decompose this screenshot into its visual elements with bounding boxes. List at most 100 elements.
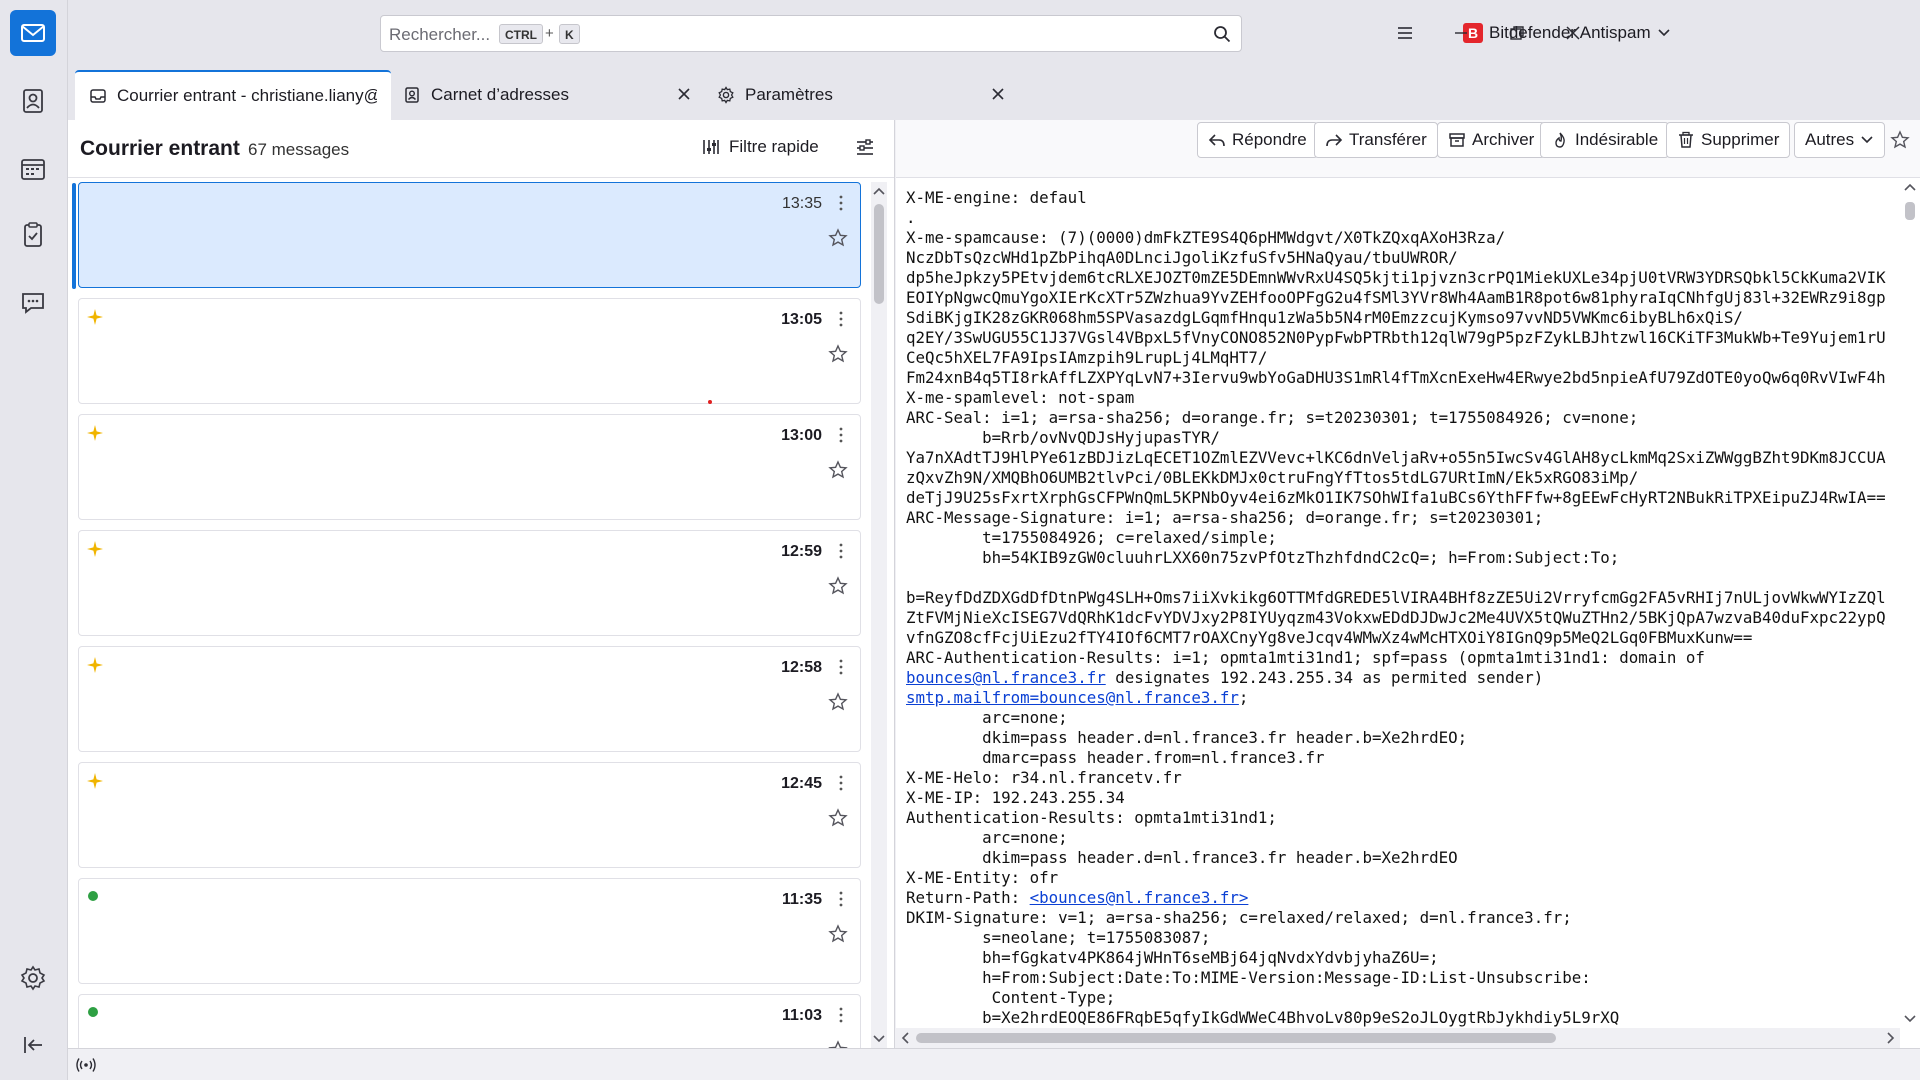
return-path-link[interactable]: <bounces@nl.france3.fr> bbox=[1030, 888, 1249, 907]
tab-address-book[interactable]: Carnet d’adresses bbox=[389, 70, 701, 120]
star-icon[interactable] bbox=[828, 1040, 848, 1048]
star-icon[interactable] bbox=[828, 344, 848, 364]
online-status-icon[interactable] bbox=[76, 1057, 96, 1073]
scroll-up-arrow-icon[interactable] bbox=[871, 184, 887, 200]
source-line: ARC-Authentication-Results: i=1; opmta1m… bbox=[906, 648, 1705, 667]
global-search-box[interactable]: Rechercher... CTRL + K bbox=[380, 15, 1242, 52]
message-time: 11:03 bbox=[781, 1007, 822, 1024]
kebab-menu-icon[interactable] bbox=[838, 889, 844, 909]
kebab-menu-icon[interactable] bbox=[838, 1005, 844, 1025]
message-time: 13:00 bbox=[781, 427, 822, 444]
quick-filter-button[interactable]: Filtre rapide bbox=[701, 137, 819, 157]
kebab-menu-icon[interactable] bbox=[838, 657, 844, 677]
close-tab-icon[interactable] bbox=[675, 85, 693, 103]
kebab-menu-icon[interactable] bbox=[838, 309, 844, 329]
message-time: 12:45 bbox=[781, 775, 822, 792]
address-book-space-button[interactable] bbox=[10, 78, 56, 124]
unread-dot-icon bbox=[88, 891, 98, 901]
shortcut-k-key: K bbox=[559, 24, 580, 44]
filter-sliders-icon bbox=[703, 140, 719, 154]
star-icon[interactable] bbox=[828, 808, 848, 828]
source-line: DKIM-Signature: v=1; a=rsa-sha256; c=rel… bbox=[906, 908, 1572, 927]
search-icon[interactable] bbox=[1213, 25, 1231, 43]
star-icon[interactable] bbox=[828, 576, 848, 596]
message-list-pane: Courrier entrant 67 messages Filtre rapi… bbox=[68, 120, 895, 1048]
smtp-mailfrom-link[interactable]: smtp.mailfrom=bounces@nl.france3.fr bbox=[906, 688, 1239, 707]
source-line: vfnGZO8cfFcjUiEzu2fTY4IOf6CMT7rOAXCnyYg8… bbox=[906, 628, 1753, 647]
star-icon[interactable] bbox=[1890, 130, 1910, 150]
kebab-menu-icon[interactable] bbox=[838, 773, 844, 793]
source-line: Content-Type; bbox=[906, 988, 1116, 1007]
list-display-options-icon[interactable] bbox=[854, 137, 876, 159]
message-card[interactable]: 12:58 bbox=[78, 646, 861, 752]
kebab-menu-icon[interactable] bbox=[838, 193, 844, 213]
source-horizontal-scrollbar[interactable] bbox=[896, 1028, 1900, 1048]
title-bar: Rechercher... CTRL + K B Bitdefender Ant… bbox=[68, 0, 1920, 66]
settings-space-button[interactable] bbox=[10, 955, 56, 1001]
source-line: Authentication-Results: opmta1mti31nd1; bbox=[906, 808, 1277, 827]
tasks-space-button[interactable] bbox=[10, 212, 56, 258]
tab-settings-label: Paramètres bbox=[745, 85, 833, 104]
hamburger-menu-icon bbox=[1398, 27, 1412, 39]
kebab-menu-icon[interactable] bbox=[838, 425, 844, 445]
reply-label: Répondre bbox=[1232, 130, 1307, 149]
message-source-text: X-ME-engine: defaul . X-me-spamcause: (7… bbox=[906, 188, 1896, 1028]
source-line: X-ME-IP: 192.243.255.34 bbox=[906, 788, 1125, 807]
message-card-selected[interactable]: 13:35 bbox=[78, 182, 861, 288]
folder-name: Courrier entrant bbox=[80, 137, 240, 160]
source-line: bh=54KIB9zGW0cluuhrLXX60n75zvPfOtzThzhfd… bbox=[906, 548, 1620, 567]
chevron-down-icon bbox=[1861, 136, 1873, 144]
message-source-view: X-ME-engine: defaul . X-me-spamcause: (7… bbox=[906, 188, 1896, 1028]
source-line: q2EY/3SwUGU55C1J37VGsl4VBpxL5fVnyCONO852… bbox=[906, 328, 1886, 347]
source-line: ARC-Message-Signature: i=1; a=rsa-sha256… bbox=[906, 508, 1544, 527]
scrollbar-thumb[interactable] bbox=[874, 204, 884, 304]
star-icon[interactable] bbox=[828, 228, 848, 248]
close-tab-icon[interactable] bbox=[989, 85, 1007, 103]
minimize-button[interactable] bbox=[1446, 18, 1476, 48]
app-menu-button[interactable] bbox=[1390, 18, 1420, 48]
shortcut-ctrl-key: CTRL bbox=[499, 24, 543, 44]
close-window-button[interactable] bbox=[1558, 18, 1588, 48]
reply-button[interactable]: Répondre bbox=[1197, 122, 1318, 158]
tab-settings[interactable]: Paramètres bbox=[703, 70, 1015, 120]
source-line: EOIYpNgwcQmuYgoXIErKcXTr5ZWzhua9YvZEHfoo… bbox=[906, 288, 1886, 307]
chat-space-button[interactable] bbox=[10, 280, 56, 326]
scroll-down-arrow-icon[interactable] bbox=[871, 1030, 887, 1046]
message-cards: 13:35 13:05 13:00 12:59 12:58 12:45 11:3… bbox=[78, 182, 861, 1048]
source-line: X-me-spamcause: (7)(0000)dmFkZTE9S4Q6pHM… bbox=[906, 228, 1506, 247]
kebab-menu-icon[interactable] bbox=[838, 541, 844, 561]
bounces-email-link[interactable]: bounces@nl.france3.fr bbox=[906, 668, 1106, 687]
message-list-scrollbar[interactable] bbox=[871, 182, 887, 1048]
scroll-down-arrow-icon[interactable] bbox=[1902, 1010, 1918, 1026]
junk-button[interactable]: Indésirable bbox=[1540, 122, 1670, 158]
other-actions-button[interactable]: Autres bbox=[1794, 122, 1886, 158]
message-time: 12:59 bbox=[781, 543, 822, 560]
mail-space-button[interactable] bbox=[10, 10, 56, 56]
message-card[interactable]: 13:05 bbox=[78, 298, 861, 404]
source-line: t=1755084926; c=relaxed/simple; bbox=[906, 528, 1277, 547]
source-line: arc=none; bbox=[906, 708, 1068, 727]
scrollbar-thumb[interactable] bbox=[1905, 202, 1915, 220]
star-icon[interactable] bbox=[828, 692, 848, 712]
star-icon[interactable] bbox=[828, 924, 848, 944]
reply-icon bbox=[1208, 134, 1225, 147]
calendar-space-button[interactable] bbox=[10, 146, 56, 192]
collapse-spaces-button[interactable] bbox=[10, 1022, 56, 1068]
message-card[interactable]: 11:03 bbox=[78, 994, 861, 1048]
scroll-up-arrow-icon[interactable] bbox=[1902, 180, 1918, 196]
message-card[interactable]: 11:35 bbox=[78, 878, 861, 984]
scroll-right-arrow-icon[interactable] bbox=[1882, 1030, 1898, 1046]
forward-button[interactable]: Transférer bbox=[1314, 122, 1438, 158]
source-vertical-scrollbar[interactable] bbox=[1900, 178, 1920, 1028]
scrollbar-thumb[interactable] bbox=[916, 1033, 1556, 1043]
message-card[interactable]: 12:45 bbox=[78, 762, 861, 868]
star-icon[interactable] bbox=[828, 460, 848, 480]
delete-button[interactable]: Supprimer bbox=[1666, 122, 1791, 158]
scroll-left-arrow-icon[interactable] bbox=[898, 1030, 914, 1046]
message-card[interactable]: 13:00 bbox=[78, 414, 861, 520]
archive-button[interactable]: Archiver bbox=[1437, 122, 1546, 158]
restore-button[interactable] bbox=[1502, 18, 1532, 48]
tab-inbox[interactable]: Courrier entrant - christiane.liany@ bbox=[75, 70, 391, 120]
message-card[interactable]: 12:59 bbox=[78, 530, 861, 636]
gear-icon bbox=[718, 86, 734, 104]
